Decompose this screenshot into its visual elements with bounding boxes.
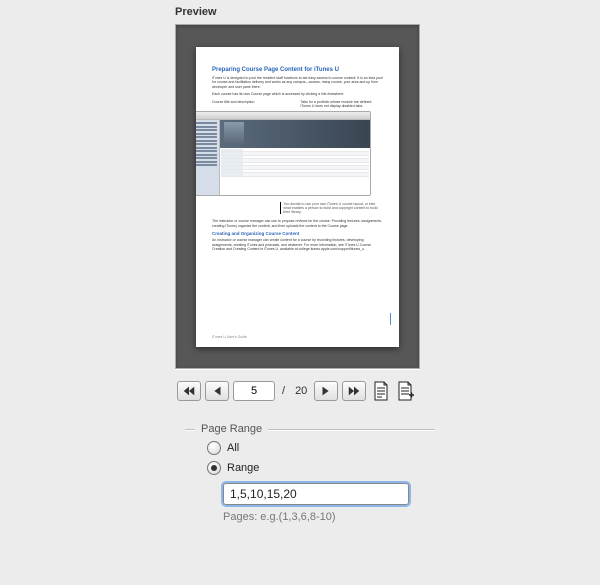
doc-para: An instructor or course manager can crea… xyxy=(212,238,383,252)
radio-all-label: All xyxy=(227,442,239,454)
radio-range-row: Range xyxy=(207,461,435,475)
first-page-icon xyxy=(182,385,196,397)
preview-page: Preparing Course Page Content for iTunes… xyxy=(196,47,399,347)
page-range-group: Page Range All Range Pages: e.g.(1,3,6,8… xyxy=(185,423,435,523)
group-header: Page Range xyxy=(185,423,435,435)
radio-range[interactable] xyxy=(207,461,221,475)
doc-page-marker xyxy=(390,313,391,325)
page-separator: / xyxy=(279,385,288,397)
prev-page-icon xyxy=(210,385,224,397)
single-page-icon[interactable] xyxy=(372,381,390,401)
doc-footer: iTunes U User's Guide xyxy=(212,335,247,339)
preview-panel: Preview Preparing Course Page Content fo… xyxy=(175,6,435,523)
next-page-icon xyxy=(319,385,333,397)
radio-range-label: Range xyxy=(227,462,259,474)
doc-para: Each course has its own Course page whic… xyxy=(212,92,383,97)
last-page-icon xyxy=(347,385,361,397)
first-page-button[interactable] xyxy=(177,381,201,401)
doc-heading: Preparing Course Page Content for iTunes… xyxy=(212,67,383,73)
prev-page-button[interactable] xyxy=(205,381,229,401)
preview-frame: Preparing Course Page Content for iTunes… xyxy=(175,24,420,369)
doc-inner-screenshot xyxy=(196,111,371,196)
radio-all-row: All xyxy=(207,441,435,455)
page-nav: / 20 xyxy=(175,381,435,401)
multi-page-icon[interactable] xyxy=(396,381,414,401)
preview-title: Preview xyxy=(175,6,435,18)
current-page-input[interactable] xyxy=(233,381,275,401)
range-input[interactable] xyxy=(223,483,409,505)
group-title: Page Range xyxy=(201,423,262,435)
total-pages: 20 xyxy=(292,385,310,397)
next-page-button[interactable] xyxy=(314,381,338,401)
doc-para: The instructor or course manager can use… xyxy=(212,219,383,228)
doc-callout: You decide to use your own iTunes U cour… xyxy=(280,202,383,215)
radio-all[interactable] xyxy=(207,441,221,455)
doc-col-left: Course title and description xyxy=(212,100,295,108)
doc-col-right: Tabs for a portfolio whose module are de… xyxy=(301,100,384,108)
doc-para: iTunes U is designed to pool the residen… xyxy=(212,76,383,90)
doc-section-heading: Creating and Organizing Course Content xyxy=(212,231,383,236)
doc-columns: Course title and description Tabs for a … xyxy=(212,100,383,108)
range-hint: Pages: e.g.(1,3,6,8-10) xyxy=(223,511,435,523)
last-page-button[interactable] xyxy=(342,381,366,401)
